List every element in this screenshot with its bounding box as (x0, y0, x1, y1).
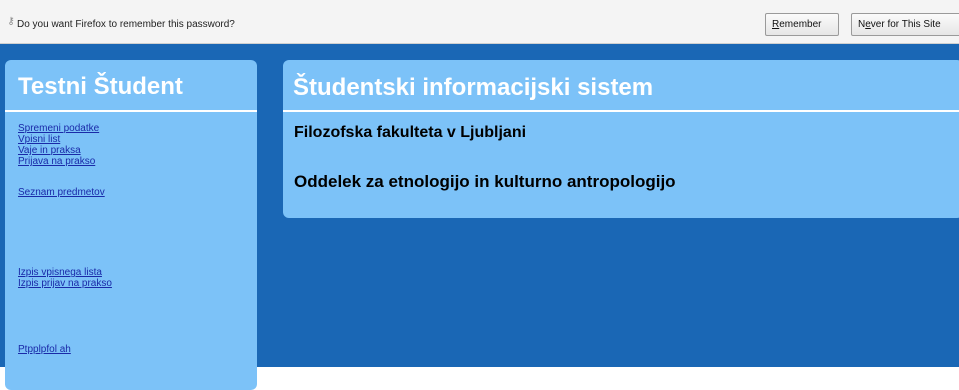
remember-button-label: emember (779, 19, 822, 30)
nav-link-print-enrollment[interactable]: Izpis vpisnega lista (18, 268, 102, 278)
main-divider (283, 110, 959, 112)
sidebar: Testni Študent Spremeni podatke Vpisni l… (5, 60, 257, 390)
faculty-name: Filozofska fakulteta v Ljubljani (294, 124, 527, 141)
remember-button[interactable]: Remember (765, 13, 839, 36)
nav-link-exercises-practice[interactable]: Vaje in praksa (18, 146, 81, 156)
main-panel: Študentski informacijski sistem Filozofs… (283, 60, 959, 218)
notification-message: Do you want Firefox to remember this pas… (17, 19, 235, 30)
never-button-label: ver for This Site (870, 19, 941, 30)
page-title: Študentski informacijski sistem (293, 74, 654, 101)
key-icon: ⚷ (7, 16, 15, 27)
nav-link-internship-application[interactable]: Prijava na prakso (18, 157, 95, 167)
password-notification-bar: ⚷ Do you want Firefox to remember this p… (0, 0, 959, 44)
nav-link-enrollment-form[interactable]: Vpisni list (18, 135, 60, 145)
nav-link-print-internship[interactable]: Izpis prijav na prakso (18, 279, 112, 289)
student-name: Testni Študent (18, 73, 183, 100)
nav-link-bottom[interactable]: Ptpplpfol ah (18, 345, 71, 355)
never-for-this-site-button[interactable]: Never for This Site (851, 13, 959, 36)
department-name: Oddelek za etnologijo in kulturno antrop… (294, 172, 676, 191)
nav-link-subject-list[interactable]: Seznam predmetov (18, 188, 105, 198)
sidebar-divider (5, 110, 257, 112)
nav-link-edit-data[interactable]: Spremeni podatke (18, 124, 99, 134)
page-content: Testni Študent Spremeni podatke Vpisni l… (0, 44, 959, 390)
